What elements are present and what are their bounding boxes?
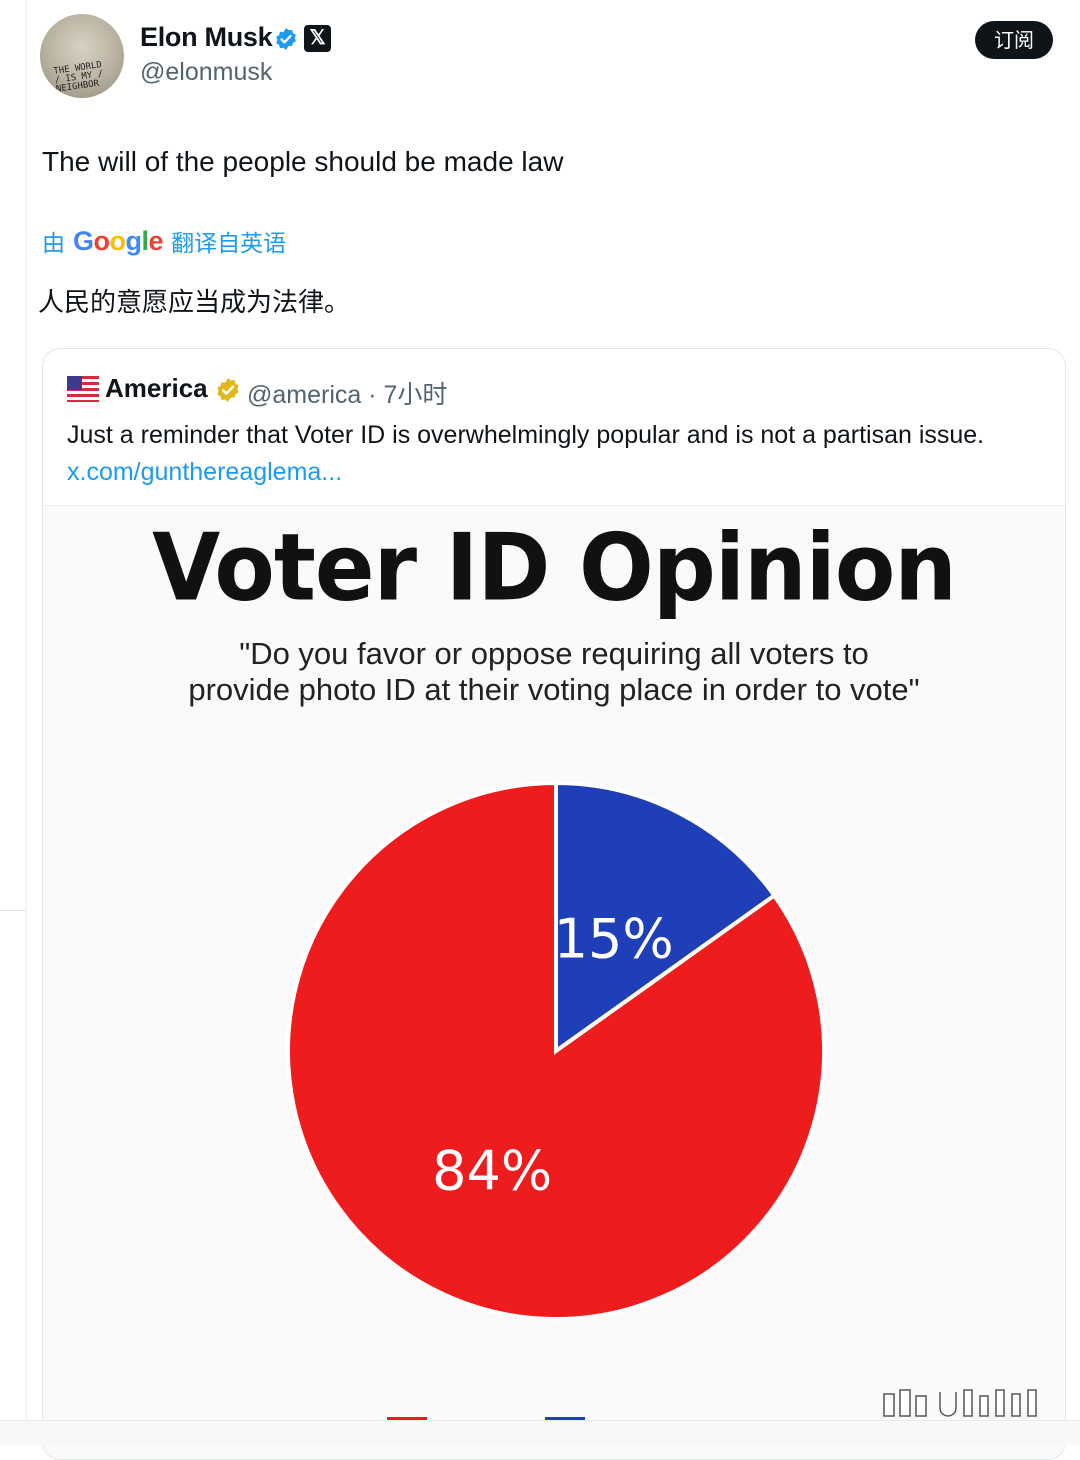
timeline-stub: [0, 910, 26, 911]
tweet-text: The will of the people should be made la…: [42, 146, 564, 177]
chart-title: Voter ID Opinion: [152, 513, 957, 622]
tweet-translation: 人民的意愿应当成为法律。: [38, 287, 351, 317]
gold-verified-badge-icon: [217, 378, 239, 402]
us-flag-icon: [67, 376, 99, 402]
chart-subtitle: "Do you favor or oppose requiring all vo…: [43, 636, 1065, 708]
translated-prefix: 由: [42, 230, 65, 256]
translation-attribution[interactable]: 由 Google 翻译自英语: [42, 224, 286, 258]
subscribe-button[interactable]: 订阅: [975, 21, 1053, 59]
timeline-divider: [26, 0, 27, 1444]
watermark-logo: [883, 1389, 1037, 1417]
pie-chart: 15% 84%: [286, 780, 826, 1321]
author-handle[interactable]: @elonmusk: [140, 58, 272, 87]
x-logo-icon: 𝕏: [304, 25, 331, 52]
bottom-bar: [0, 1420, 1080, 1445]
translated-suffix: 翻译自英语: [171, 230, 287, 256]
author-name[interactable]: Elon Musk: [140, 22, 273, 53]
avatar-scribble: THE WORLD / IS MY / NEIGHBOR: [52, 60, 104, 95]
verified-badge-icon: [276, 28, 296, 50]
pie-label-1: 84%: [432, 1140, 552, 1203]
quoted-link[interactable]: x.com/gunthereaglema...: [67, 458, 342, 486]
quoted-media-chart[interactable]: Voter ID Opinion "Do you favor or oppose…: [43, 505, 1065, 1459]
google-logo: Google: [73, 225, 164, 256]
pie-label-0: 15%: [554, 908, 674, 971]
avatar[interactable]: THE WORLD / IS MY / NEIGHBOR: [40, 14, 124, 98]
quoted-tweet[interactable]: America @america · 7小时 Just a reminder t…: [42, 348, 1066, 1460]
quoted-handle-time: @america · 7小时: [247, 381, 448, 409]
chart-subtitle-line-1: "Do you favor or oppose requiring all vo…: [239, 636, 869, 671]
quoted-text: Just a reminder that Voter ID is overwhe…: [67, 417, 1047, 491]
chart-subtitle-line-2: provide photo ID at their voting place i…: [188, 672, 920, 707]
quoted-text-body: Just a reminder that Voter ID is overwhe…: [67, 421, 985, 449]
quoted-author-name[interactable]: America: [105, 373, 208, 404]
